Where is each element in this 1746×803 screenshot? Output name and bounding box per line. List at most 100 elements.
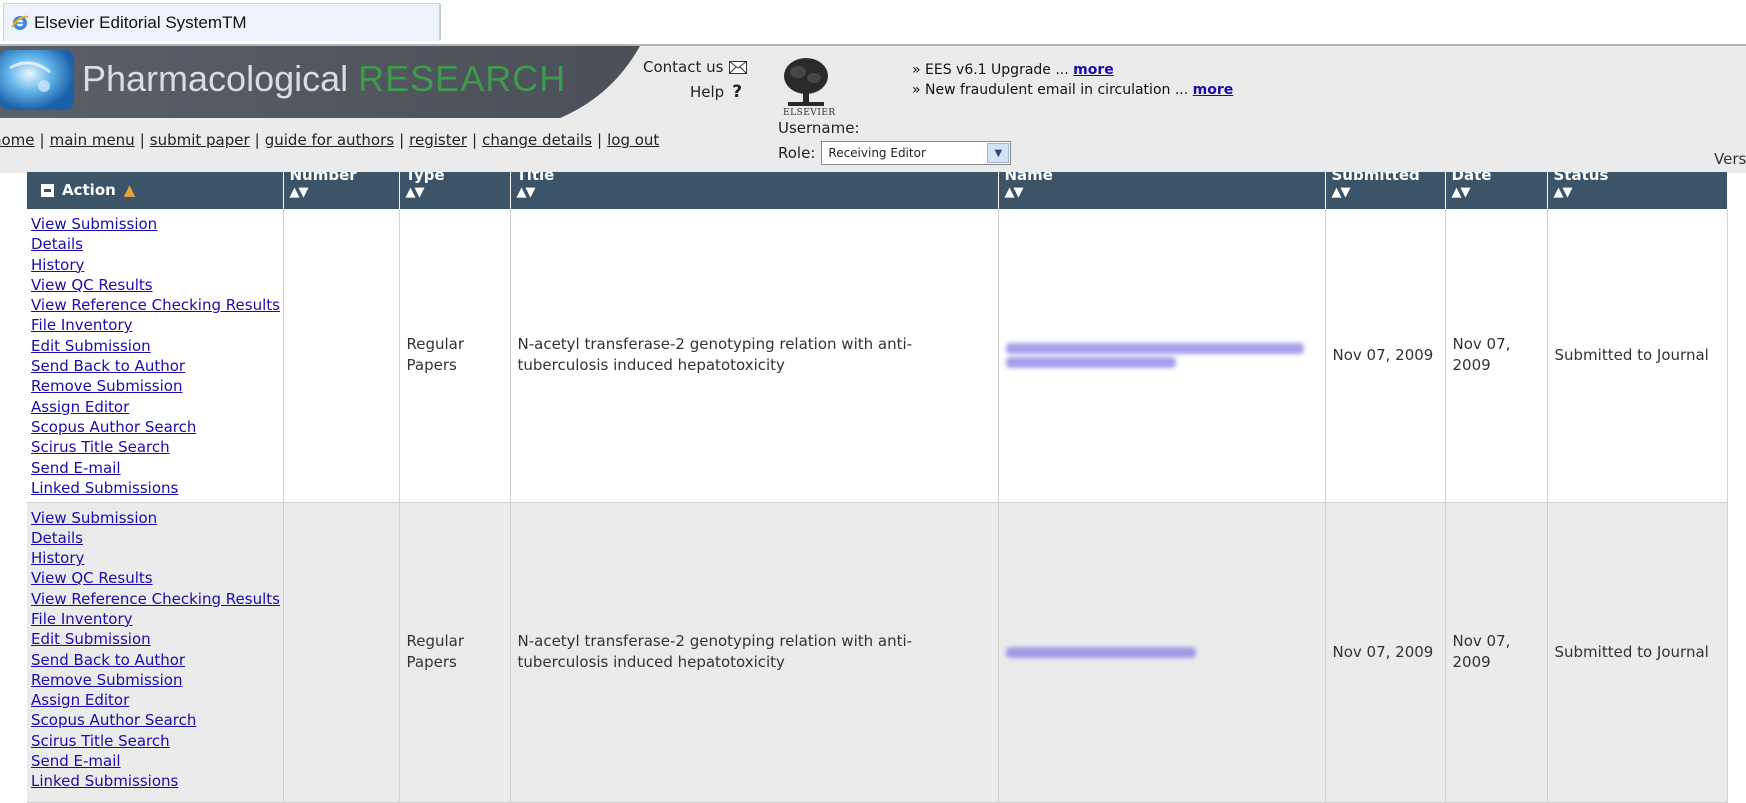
scirus-title-search-link[interactable]: Scirus Title Search	[31, 731, 283, 751]
send-back-to-author-link[interactable]: Send Back to Author	[31, 650, 283, 670]
journal-title-accent: RESEARCH	[358, 58, 567, 99]
sort-icon[interactable]: ▲▼	[1005, 185, 1325, 200]
title-cell: N-acetyl transferase-2 genotyping relati…	[510, 209, 999, 503]
file-inventory-link[interactable]: File Inventory	[31, 609, 283, 629]
date-cell: Nov 07, 2009	[1445, 502, 1548, 803]
column-header-status[interactable]: Status ▲▼	[1547, 172, 1728, 209]
news-item: » New fraudulent email in circulation ..…	[912, 80, 1233, 100]
help-icon: ?	[732, 82, 743, 102]
collapse-icon[interactable]	[41, 184, 54, 197]
assign-editor-link[interactable]: Assign Editor	[31, 397, 283, 417]
nav-separator: |	[139, 131, 145, 149]
type-cell: Regular Papers	[399, 209, 511, 503]
linked-submissions-link[interactable]: Linked Submissions	[31, 771, 283, 791]
news-text: » New fraudulent email in circulation ..…	[912, 82, 1193, 98]
view-qc-results-link[interactable]: View QC Results	[31, 568, 283, 588]
news-more-link[interactable]: more	[1193, 82, 1234, 98]
redacted-name	[1005, 356, 1176, 368]
action-links-cell: View Submission Details History View QC …	[27, 502, 284, 803]
nav-change-details[interactable]: change details	[482, 131, 592, 149]
remove-submission-link[interactable]: Remove Submission	[31, 670, 283, 690]
column-header-label: Name	[1004, 172, 1053, 184]
nav-register[interactable]: register	[409, 131, 467, 149]
table-row: View Submission Details History View QC …	[27, 209, 1728, 503]
contact-us-link[interactable]: Contact us	[643, 58, 748, 76]
column-header-label: Date	[1451, 172, 1492, 184]
elsevier-wordmark: ELSEVIER	[783, 108, 836, 118]
redacted-name	[1005, 342, 1304, 354]
column-header-name[interactable]: Name ▲▼	[998, 172, 1326, 209]
role-label: Role:	[778, 144, 816, 162]
view-submission-link[interactable]: View Submission	[31, 214, 283, 234]
sort-icon[interactable]: ▲▼	[406, 185, 510, 200]
column-header-type[interactable]: Type ▲▼	[399, 172, 511, 209]
contact-us-label: Contact us	[643, 58, 724, 76]
column-header-label: Title	[516, 172, 555, 184]
assign-editor-link[interactable]: Assign Editor	[31, 690, 283, 710]
author-name-cell	[998, 502, 1326, 803]
edit-submission-link[interactable]: Edit Submission	[31, 629, 283, 649]
column-header-date[interactable]: Date ▲▼	[1445, 172, 1548, 209]
send-email-link[interactable]: Send E-mail	[31, 751, 283, 771]
site-header: Pharmacological RESEARCH Contact us Help…	[0, 46, 1746, 173]
role-select[interactable]: Receiving Editor ▼	[821, 141, 1012, 165]
role-row: Role: Receiving Editor ▼	[778, 141, 1012, 165]
nav-separator: |	[39, 131, 45, 149]
status-cell: Submitted to Journal	[1547, 209, 1728, 503]
column-header-label: Submitted	[1331, 172, 1420, 184]
submitted-cell: Nov 07, 2009	[1325, 502, 1446, 803]
browser-tab-bar: Elsevier Editorial SystemTM	[0, 0, 1746, 44]
role-select-value: Receiving Editor	[828, 146, 926, 160]
browser-tab[interactable]: Elsevier Editorial SystemTM	[3, 3, 440, 41]
history-link[interactable]: History	[31, 255, 283, 275]
view-reference-checking-results-link[interactable]: View Reference Checking Results	[31, 589, 283, 609]
scopus-author-search-link[interactable]: Scopus Author Search	[31, 417, 283, 437]
nav-home[interactable]: home	[0, 131, 35, 149]
submissions-table-container: Action ▲ Number ▲▼ Type ▲▼ Title ▲▼ Name ▲▼ …	[27, 172, 1728, 803]
title-cell: N-acetyl transferase-2 genotyping relati…	[510, 502, 999, 803]
details-link[interactable]: Details	[31, 234, 283, 254]
sort-icon[interactable]: ▲▼	[1554, 185, 1727, 200]
linked-submissions-link[interactable]: Linked Submissions	[31, 478, 283, 498]
history-link[interactable]: History	[31, 548, 283, 568]
envelope-icon	[729, 60, 748, 74]
chevron-down-icon: ▼	[987, 143, 1010, 163]
view-reference-checking-results-link[interactable]: View Reference Checking Results	[31, 295, 283, 315]
redacted-name	[1005, 646, 1196, 658]
warning-icon: ▲	[123, 181, 136, 199]
view-qc-results-link[interactable]: View QC Results	[31, 275, 283, 295]
column-header-title[interactable]: Title ▲▼	[510, 172, 999, 209]
tab-separator	[440, 4, 441, 40]
help-link[interactable]: Help ?	[690, 82, 742, 102]
nav-guide-for-authors[interactable]: guide for authors	[265, 131, 394, 149]
number-cell	[283, 209, 400, 503]
type-cell: Regular Papers	[399, 502, 511, 803]
news-text: » EES v6.1 Upgrade ...	[912, 62, 1074, 78]
nav-submit-paper[interactable]: submit paper	[150, 131, 250, 149]
sort-icon[interactable]: ▲▼	[1332, 185, 1445, 200]
column-header-label: Action	[62, 181, 116, 199]
details-link[interactable]: Details	[31, 528, 283, 548]
nav-separator: |	[254, 131, 260, 149]
sort-icon[interactable]: ▲▼	[1452, 185, 1547, 200]
send-back-to-author-link[interactable]: Send Back to Author	[31, 356, 283, 376]
column-header-label: Type	[405, 172, 445, 184]
submitted-cell: Nov 07, 2009	[1325, 209, 1446, 503]
send-email-link[interactable]: Send E-mail	[31, 458, 283, 478]
view-submission-link[interactable]: View Submission	[31, 508, 283, 528]
submissions-table: Action ▲ Number ▲▼ Type ▲▼ Title ▲▼ Name ▲▼ …	[27, 172, 1728, 803]
column-header-submitted[interactable]: Submitted ▲▼	[1325, 172, 1446, 209]
help-label: Help	[690, 83, 725, 101]
action-links-cell: View Submission Details History View QC …	[27, 209, 284, 503]
scirus-title-search-link[interactable]: Scirus Title Search	[31, 437, 283, 457]
file-inventory-link[interactable]: File Inventory	[31, 315, 283, 335]
scopus-author-search-link[interactable]: Scopus Author Search	[31, 710, 283, 730]
edit-submission-link[interactable]: Edit Submission	[31, 336, 283, 356]
column-header-number[interactable]: Number ▲▼	[283, 172, 400, 209]
sort-icon[interactable]: ▲▼	[517, 185, 998, 200]
nav-log-out[interactable]: log out	[607, 131, 659, 149]
sort-icon[interactable]: ▲▼	[290, 185, 399, 200]
nav-main-menu[interactable]: main menu	[50, 131, 135, 149]
news-more-link[interactable]: more	[1073, 62, 1114, 78]
remove-submission-link[interactable]: Remove Submission	[31, 376, 283, 396]
